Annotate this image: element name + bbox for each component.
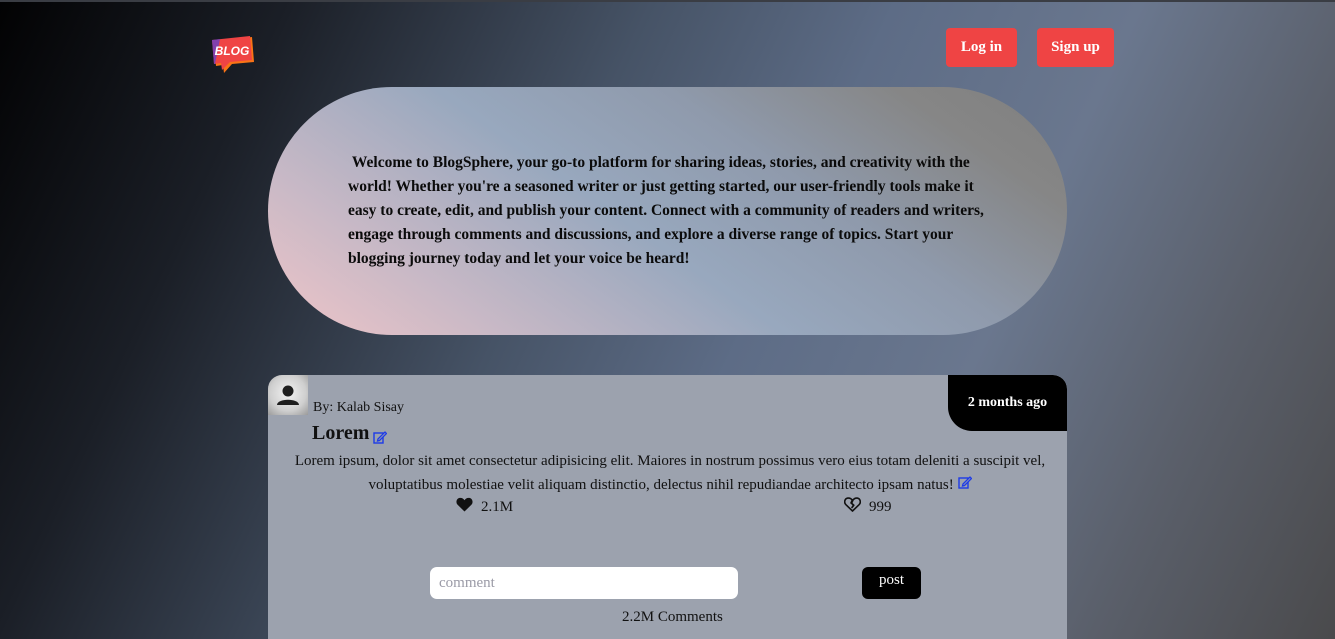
signup-button[interactable]: Sign up (1037, 28, 1114, 67)
edit-body-icon[interactable] (957, 473, 972, 489)
hero-banner: Welcome to BlogSphere, your go-to platfo… (268, 87, 1067, 335)
user-icon (277, 385, 299, 405)
post-body-text: Lorem ipsum, dolor sit amet consectetur … (294, 453, 1046, 493)
like-reaction: 2.1M (456, 497, 513, 517)
post-author: By: Kalab Sisay (313, 400, 404, 415)
blog-logo[interactable]: BLOG (212, 36, 256, 74)
login-button[interactable]: Log in (946, 28, 1017, 67)
broken-heart-icon[interactable] (843, 497, 862, 517)
post-body: Lorem ipsum, dolor sit amet consectetur … (290, 449, 1050, 497)
post-title: Lorem (312, 422, 370, 444)
hero-text: Welcome to BlogSphere, your go-to platfo… (348, 154, 988, 267)
svg-text:BLOG: BLOG (215, 44, 250, 58)
like-count: 2.1M (481, 498, 514, 515)
post-time-badge: 2 months ago (948, 375, 1067, 431)
comment-input[interactable] (430, 567, 738, 599)
dislike-reaction: 999 (843, 497, 892, 517)
post-card: By: Kalab Sisay 2 months ago Lorem Lorem… (268, 375, 1067, 639)
avatar[interactable] (268, 375, 308, 415)
comment-count[interactable]: 2.2M Comments (622, 609, 723, 626)
post-comment-button[interactable]: post (862, 567, 921, 599)
dislike-count: 999 (869, 498, 892, 515)
top-border (0, 0, 1335, 2)
post-title-row: Lorem (312, 422, 388, 445)
edit-title-icon[interactable] (373, 427, 388, 444)
heart-icon[interactable] (456, 497, 473, 517)
